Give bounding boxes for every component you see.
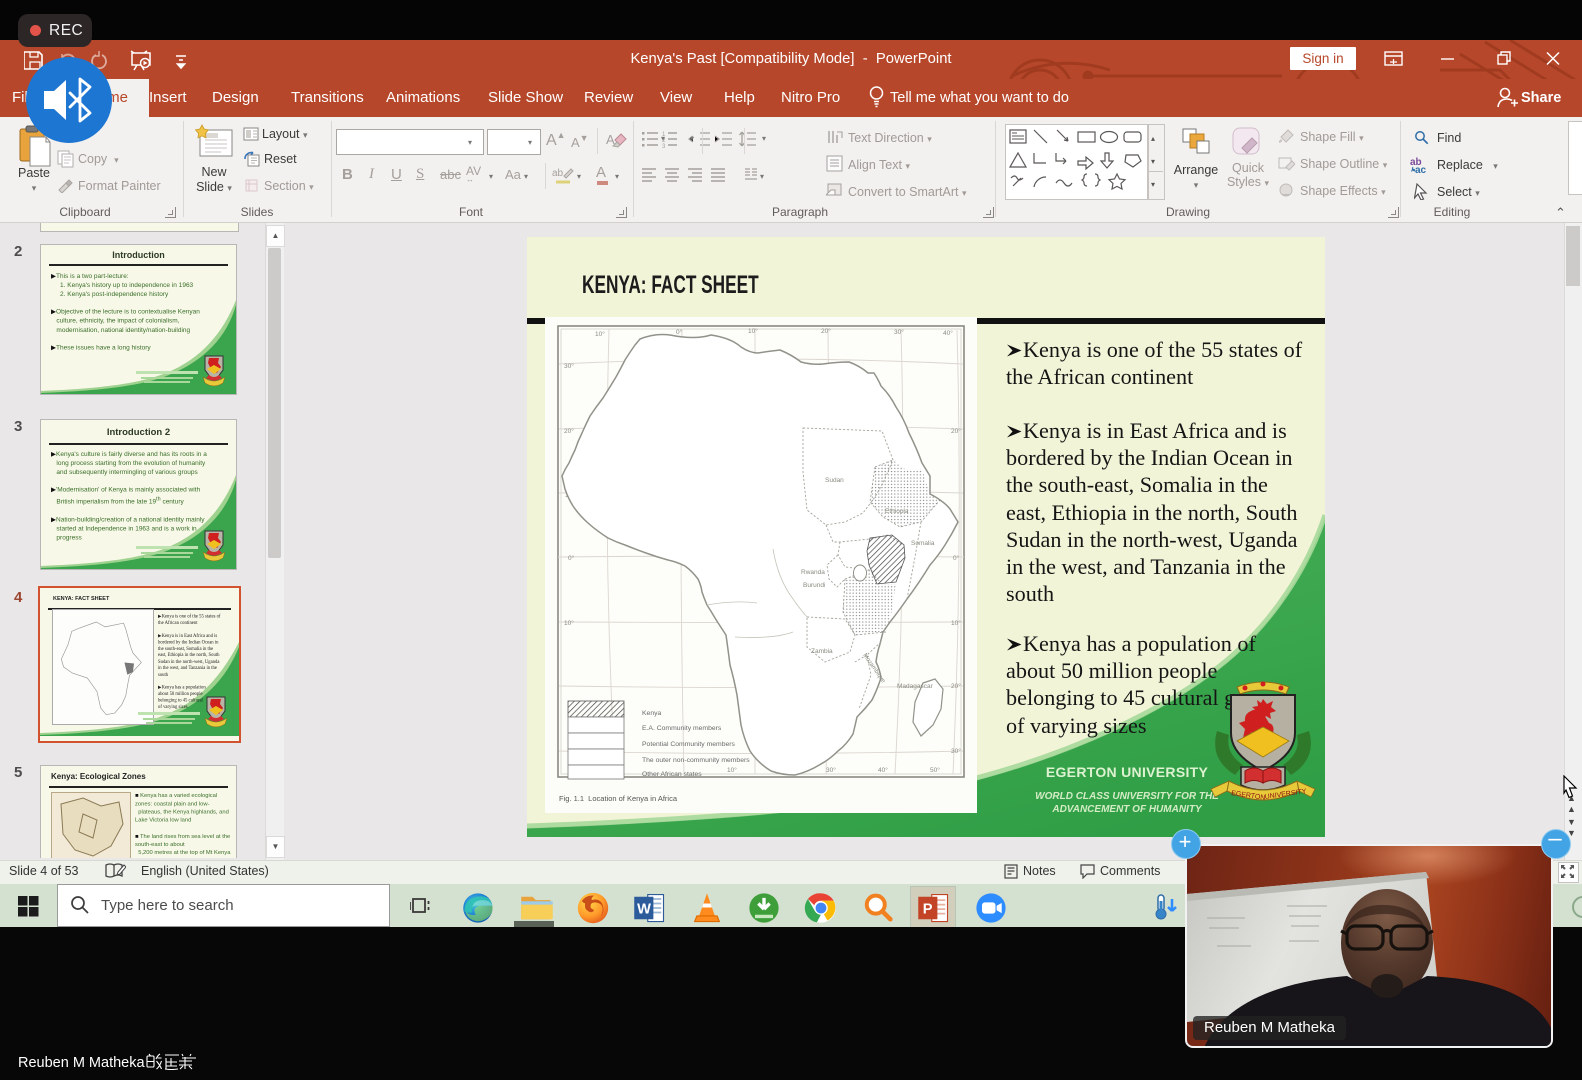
svg-text:Zambia: Zambia (811, 648, 833, 655)
svg-text:E.A. Community members: E.A. Community members (642, 725, 722, 732)
svg-text:Kenya: Kenya (642, 710, 661, 717)
svg-text:Sudan: Sudan (825, 477, 844, 484)
svg-text:3: 3 (662, 144, 666, 150)
svg-text:30°: 30° (894, 328, 904, 336)
svg-text:20°: 20° (821, 327, 831, 335)
svg-text:0°: 0° (676, 328, 683, 336)
svg-text:ac: ac (1415, 165, 1427, 174)
svg-text:40°: 40° (943, 329, 953, 337)
svg-text:ab: ab (552, 168, 564, 179)
svg-text:50°: 50° (930, 766, 940, 774)
svg-text:20°: 20° (951, 682, 961, 690)
svg-text:Ethiopia: Ethiopia (885, 508, 909, 515)
svg-text:Burundi: Burundi (803, 582, 825, 589)
svg-text:10°: 10° (727, 766, 737, 774)
svg-text:10°: 10° (748, 327, 758, 335)
svg-text:30°: 30° (951, 747, 961, 755)
svg-text:30°: 30° (826, 766, 836, 774)
svg-text:Other African states: Other African states (642, 771, 702, 778)
svg-text:20°: 20° (564, 427, 574, 435)
svg-text:0°: 0° (568, 554, 575, 562)
svg-text:10°: 10° (564, 619, 574, 627)
svg-text:40°: 40° (878, 766, 888, 774)
svg-text:P: P (923, 902, 933, 918)
svg-text:Rwanda: Rwanda (801, 569, 825, 576)
svg-text:0°: 0° (953, 554, 960, 562)
svg-text:30°: 30° (564, 362, 574, 370)
svg-text:Potential Community members: Potential Community members (642, 741, 736, 748)
svg-text:20°: 20° (951, 427, 961, 435)
svg-text:Madagascar: Madagascar (897, 683, 934, 690)
svg-text:Fig. 1.1 Location of Kenya in: Fig. 1.1 Location of Kenya in Africa (559, 794, 678, 803)
svg-text:Somalia: Somalia (911, 540, 935, 547)
svg-text:The outer non-community member: The outer non-community members (642, 757, 750, 764)
svg-text:10°: 10° (951, 619, 961, 627)
svg-text:W: W (637, 902, 651, 918)
svg-text:10°: 10° (595, 330, 605, 338)
